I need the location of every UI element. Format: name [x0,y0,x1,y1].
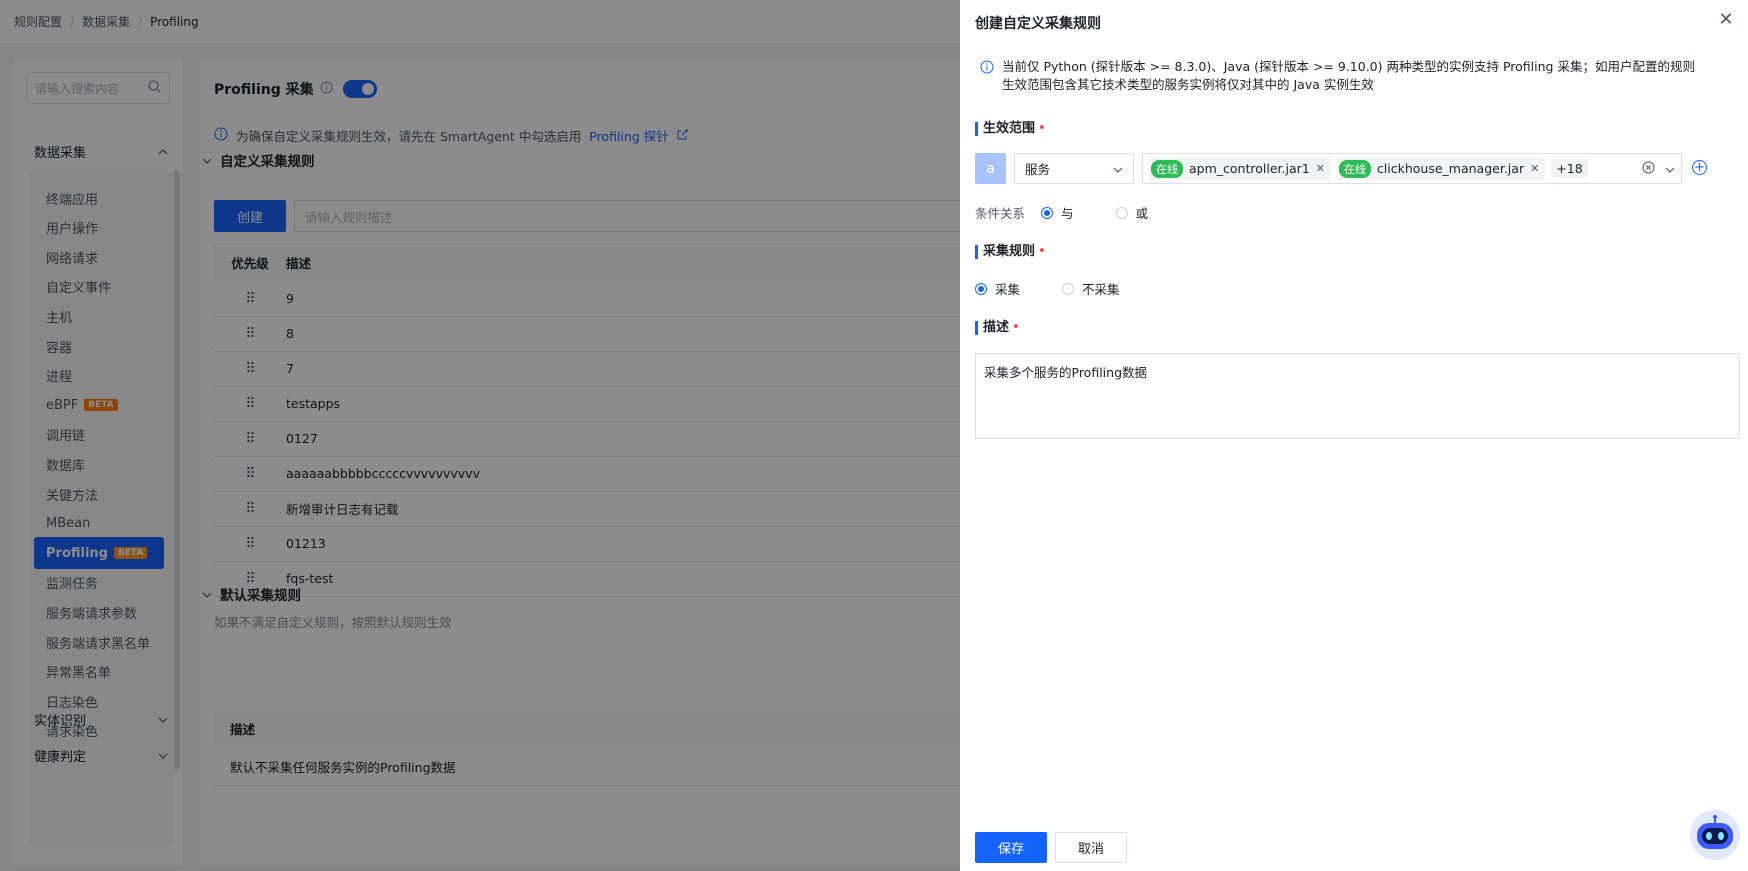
required-mark: • [1038,121,1046,136]
add-scope-icon[interactable]: + [1692,160,1707,175]
radio-unchecked-icon [1062,282,1075,295]
info-circle-icon [980,60,994,94]
scope-letter-badge: a [975,153,1006,184]
tag-remove-icon[interactable]: ✕ [1316,162,1325,175]
assistant-robot-icon[interactable] [1690,810,1740,860]
tag-label: apm_controller.jar1 [1189,161,1310,176]
more-tags-count[interactable]: +18 [1551,159,1588,178]
collect-radio[interactable]: 采集 [975,279,1020,298]
close-icon[interactable]: ✕ [1716,10,1736,30]
condition-row: 条件关系 与 或 [975,203,1148,222]
save-button[interactable]: 保存 [975,832,1047,863]
radio-label: 或 [1135,206,1149,221]
condition-and-radio[interactable]: 与 [1041,203,1074,222]
chevron-down-icon [1113,161,1123,176]
condition-label: 条件关系 [975,206,1026,221]
modal-mask[interactable] [0,0,960,871]
scope-section-title: 生效范围 • [975,122,1046,136]
online-status-badge: 在线 [1338,159,1371,178]
radio-label: 与 [1061,206,1074,221]
rule-title-text: 采集规则 [983,244,1036,259]
tag-remove-icon[interactable]: ✕ [1530,162,1539,175]
clear-icon[interactable] [1642,161,1655,177]
drawer-title: 创建自定义采集规则 [975,16,1101,32]
scope-type-select[interactable]: 服务 [1014,153,1134,184]
scope-title-text: 生效范围 [983,121,1036,136]
select-controls [1642,161,1675,177]
radio-checked-icon [1041,206,1054,219]
create-rule-drawer: 创建自定义采集规则 ✕ 当前仅 Python (探针版本 >= 8.3.0)、J… [960,0,1748,871]
tag-label: clickhouse_manager.jar [1376,161,1525,176]
selected-service-tag: 在线 apm_controller.jar1 ✕ [1149,157,1331,180]
scope-type-value: 服务 [1025,162,1051,177]
notice-text: 当前仅 Python (探针版本 >= 8.3.0)、Java (探针版本 >=… [1002,59,1695,92]
cancel-button[interactable]: 取消 [1055,832,1127,863]
service-multi-select[interactable]: 在线 apm_controller.jar1 ✕ 在线 clickhouse_m… [1142,153,1682,184]
drawer-notice: 当前仅 Python (探针版本 >= 8.3.0)、Java (探针版本 >=… [980,58,1700,94]
radio-checked-icon [975,282,987,295]
not-collect-radio[interactable]: 不采集 [1062,279,1120,298]
rule-radio-group: 采集 不采集 [975,279,1120,298]
description-textarea[interactable]: 采集多个服务的Profiling数据 [975,353,1740,439]
required-mark: • [1038,244,1046,259]
desc-title-text: 描述 [983,320,1010,335]
radio-unchecked-icon [1115,206,1128,219]
radio-label: 采集 [995,282,1021,297]
chevron-down-icon[interactable] [1665,161,1675,176]
desc-section-title: 描述 • [975,321,1020,335]
selected-service-tag: 在线 clickhouse_manager.jar ✕ [1336,157,1546,180]
rule-section-title: 采集规则 • [975,245,1046,259]
condition-or-radio[interactable]: 或 [1115,203,1149,222]
radio-label: 不采集 [1082,282,1120,297]
online-status-badge: 在线 [1151,159,1183,178]
required-mark: • [1012,320,1020,335]
